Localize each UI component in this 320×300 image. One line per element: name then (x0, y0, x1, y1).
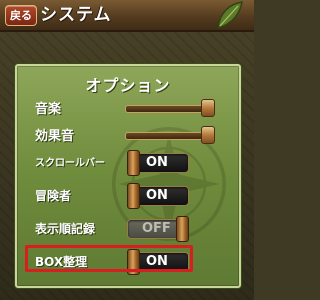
adventurer-label: 冒険者 (35, 189, 72, 203)
panel-title: オプション (85, 76, 171, 95)
adventurer-toggle[interactable]: ON (127, 183, 189, 209)
sound-effects-slider-track (125, 132, 213, 140)
music-volume-slider[interactable] (125, 99, 215, 117)
header-bar: 戻る システム (0, 0, 254, 32)
box-organize-highlight-frame (25, 245, 193, 272)
display-order-label: 表示順記録 (35, 222, 96, 236)
sound-effects-slider-knob[interactable] (201, 126, 215, 144)
music-label: 音楽 (35, 102, 62, 117)
back-button[interactable]: 戻る (5, 5, 37, 26)
music-slider-knob[interactable] (201, 99, 215, 117)
scrollbar-label: スクロールバー (35, 158, 105, 169)
screen-title: システム (40, 5, 112, 25)
display-order-toggle-state: OFF (142, 221, 171, 236)
display-order-toggle-knob (176, 216, 189, 242)
leaf-ornament-icon (217, 1, 243, 30)
scrollbar-toggle-state: ON (146, 155, 168, 170)
scrollbar-toggle-knob (127, 150, 140, 176)
scrollbar-toggle[interactable]: ON (127, 150, 189, 176)
adventurer-toggle-knob (127, 183, 140, 209)
music-slider-track (125, 105, 213, 113)
sound-effects-label: 効果音 (35, 129, 75, 144)
sound-effects-volume-slider[interactable] (125, 126, 215, 144)
adventurer-toggle-state: ON (146, 188, 168, 203)
display-order-toggle[interactable]: OFF (127, 216, 189, 242)
